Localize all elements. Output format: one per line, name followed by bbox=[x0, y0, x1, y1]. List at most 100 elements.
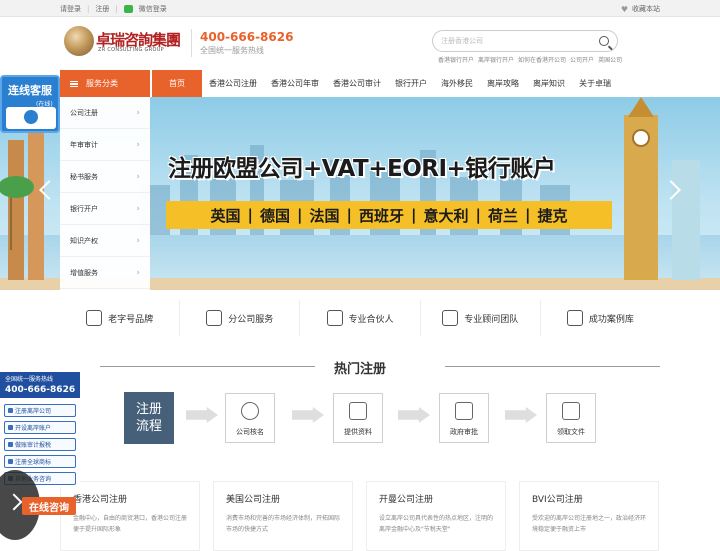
nav-item-home[interactable]: 首页 bbox=[152, 70, 202, 97]
search-box bbox=[432, 30, 618, 52]
hot-search-words: 香港银行开户 离岸银行开户 如何在香港开公司 公司开户 英国公司 bbox=[438, 55, 622, 64]
category-label: 增值服务 bbox=[70, 268, 98, 277]
service-card[interactable]: 美国公司注册 消费市场和完善的市场经济体制，开拓国际市场的快捷方式 bbox=[213, 481, 353, 551]
search-input[interactable] bbox=[441, 35, 591, 47]
chevron-right-icon: › bbox=[136, 235, 140, 246]
category-label: 公司注册 bbox=[70, 108, 98, 117]
country-label: 德国 bbox=[259, 206, 290, 225]
float-hotline-label: 全国统一服务热线 bbox=[5, 376, 54, 383]
login-link[interactable]: 请登录 bbox=[60, 4, 81, 14]
nav-item-hk-registration[interactable]: 香港公司注册 bbox=[202, 70, 264, 97]
register-link[interactable]: 注册 bbox=[95, 4, 109, 14]
building-icon bbox=[206, 310, 223, 326]
float-link[interactable]: 注册离岸公司 bbox=[4, 404, 76, 417]
float-link[interactable]: 开设离岸账户 bbox=[4, 421, 76, 434]
divider: | bbox=[297, 206, 303, 224]
category-menu-button[interactable]: 服务分类 bbox=[60, 70, 150, 97]
category-item-ip[interactable]: 知识产权 › bbox=[60, 225, 150, 257]
divider: | bbox=[87, 5, 90, 13]
card-title: BVI公司注册 bbox=[532, 495, 583, 505]
process-step-label: 公司核名 bbox=[236, 428, 264, 436]
feature-label: 分公司服务 bbox=[228, 314, 274, 325]
handshake-icon bbox=[326, 310, 343, 326]
country-label: 荷兰 bbox=[487, 206, 518, 225]
process-step: 领取文件 bbox=[546, 393, 596, 443]
logo[interactable]: 卓瑞咨詢集團 ZR CONSULTING GROUP bbox=[64, 26, 184, 60]
nav-item-offshore-guide[interactable]: 离岸攻略 bbox=[480, 70, 526, 97]
chevron-right-icon: › bbox=[136, 171, 140, 182]
nav-item-hk-audit[interactable]: 香港公司审计 bbox=[326, 70, 388, 97]
heart-icon: ♥ bbox=[620, 4, 628, 14]
float-link[interactable]: 做账审计报税 bbox=[4, 438, 76, 451]
palm-tree bbox=[10, 190, 12, 250]
process-title-box: 注册 流程 bbox=[124, 392, 174, 444]
section-title: 热门注册 bbox=[333, 362, 386, 377]
card-title: 香港公司注册 bbox=[73, 495, 128, 505]
divider: | bbox=[525, 206, 531, 224]
live-chat-title: 连线客服 bbox=[8, 84, 52, 97]
category-label: 秘书服务 bbox=[70, 172, 98, 181]
nav-item-about[interactable]: 关于卓瑞 bbox=[572, 70, 618, 97]
live-chat-widget[interactable]: 连线客服 (在线) bbox=[0, 75, 60, 133]
globe-icon bbox=[64, 26, 94, 56]
top-bar-right: ♥ 收藏本站 bbox=[621, 4, 660, 14]
divider: | bbox=[115, 5, 118, 13]
card-description: 金融中心，自由的商贸港口，香港公司注册便于提升国际形象 bbox=[73, 515, 188, 533]
service-card[interactable]: 开曼公司注册 设立离岸公司具代表性的热点地区，注明的离岸金融中心及"节税天堂" bbox=[366, 481, 506, 551]
feature-item: 成功案例库 bbox=[541, 300, 660, 336]
service-card[interactable]: BVI公司注册 受欢迎的离岸公司注册地之一，政治经济环境稳定便于融资上市 bbox=[519, 481, 659, 551]
chevron-right-icon: › bbox=[136, 107, 140, 118]
float-hotline-number: 400-666-8626 bbox=[5, 385, 76, 395]
float-link[interactable]: 注册全球商标 bbox=[4, 455, 76, 468]
process-step: 提供资料 bbox=[333, 393, 383, 443]
country-label: 捷克 bbox=[537, 206, 568, 225]
chevron-right-icon: › bbox=[136, 203, 140, 214]
favorite-link[interactable]: 收藏本站 bbox=[632, 4, 660, 14]
category-item-bank-account[interactable]: 银行开户 › bbox=[60, 193, 150, 225]
feature-label: 专业顾问团队 bbox=[464, 314, 519, 325]
headset-icon bbox=[6, 107, 56, 129]
menu-icon bbox=[70, 80, 78, 87]
category-item-annual-audit[interactable]: 年审审计 › bbox=[60, 129, 150, 161]
category-item-secretary[interactable]: 秘书服务 › bbox=[60, 161, 150, 193]
feature-item: 分公司服务 bbox=[180, 300, 301, 336]
arrow-right-icon bbox=[292, 407, 324, 423]
category-item-company-registration[interactable]: 公司注册 › bbox=[60, 97, 150, 129]
logo-subtext: ZR CONSULTING GROUP bbox=[98, 47, 164, 53]
wechat-login-link[interactable]: 微信登录 bbox=[139, 4, 167, 14]
nav-item-bank-account[interactable]: 银行开户 bbox=[388, 70, 434, 97]
card-title: 开曼公司注册 bbox=[379, 495, 434, 505]
clock-tower-illustration bbox=[624, 97, 658, 280]
header: 卓瑞咨詢集團 ZR CONSULTING GROUP 400-666-8626 … bbox=[0, 17, 720, 70]
process-step: 公司核名 bbox=[225, 393, 275, 443]
nav-item-hk-annual[interactable]: 香港公司年审 bbox=[264, 70, 326, 97]
nav-item-offshore-knowledge[interactable]: 离岸知识 bbox=[526, 70, 572, 97]
service-card[interactable]: 香港公司注册 金融中心，自由的商贸港口，香港公司注册便于提升国际形象 bbox=[60, 481, 200, 551]
banner-country-band: 英国 | 德国 | 法国 | 西班牙 | 意大利 | 荷兰 | 捷克 bbox=[166, 201, 612, 229]
hot-word[interactable]: 香港银行开户 bbox=[438, 55, 474, 64]
feature-label: 专业合伙人 bbox=[348, 314, 394, 325]
card-description: 设立离岸公司具代表性的热点地区，注明的离岸金融中心及"节税天堂" bbox=[379, 515, 494, 533]
top-bar-left: 请登录 | 注册 | 微信登录 bbox=[60, 4, 167, 14]
hot-word[interactable]: 公司开户 bbox=[570, 55, 594, 64]
main-nav: 服务分类 首页 香港公司注册 香港公司年审 香港公司审计 银行开户 海外移民 离… bbox=[0, 70, 720, 97]
search-icon[interactable] bbox=[599, 36, 609, 46]
hotline-number: 400-666-8626 bbox=[200, 30, 294, 44]
category-label: 年审审计 bbox=[70, 140, 98, 149]
shield-check-icon bbox=[566, 310, 583, 326]
process-title-line: 注册 bbox=[135, 402, 162, 417]
divider: | bbox=[475, 206, 481, 224]
online-consult-button[interactable]: 在线咨询 bbox=[22, 497, 76, 515]
edit-icon bbox=[455, 402, 473, 420]
hot-word[interactable]: 如何在香港开公司 bbox=[518, 55, 566, 64]
team-icon bbox=[442, 310, 459, 326]
divider: | bbox=[346, 206, 352, 224]
country-label: 西班牙 bbox=[358, 206, 404, 225]
hot-word[interactable]: 英国公司 bbox=[598, 55, 622, 64]
arrow-right-icon bbox=[186, 407, 218, 423]
hot-word[interactable]: 离岸银行开户 bbox=[478, 55, 514, 64]
category-item-value-added[interactable]: 增值服务 › bbox=[60, 257, 150, 289]
divider: | bbox=[247, 206, 253, 224]
card-title: 美国公司注册 bbox=[226, 495, 281, 505]
nav-item-immigration[interactable]: 海外移民 bbox=[434, 70, 480, 97]
